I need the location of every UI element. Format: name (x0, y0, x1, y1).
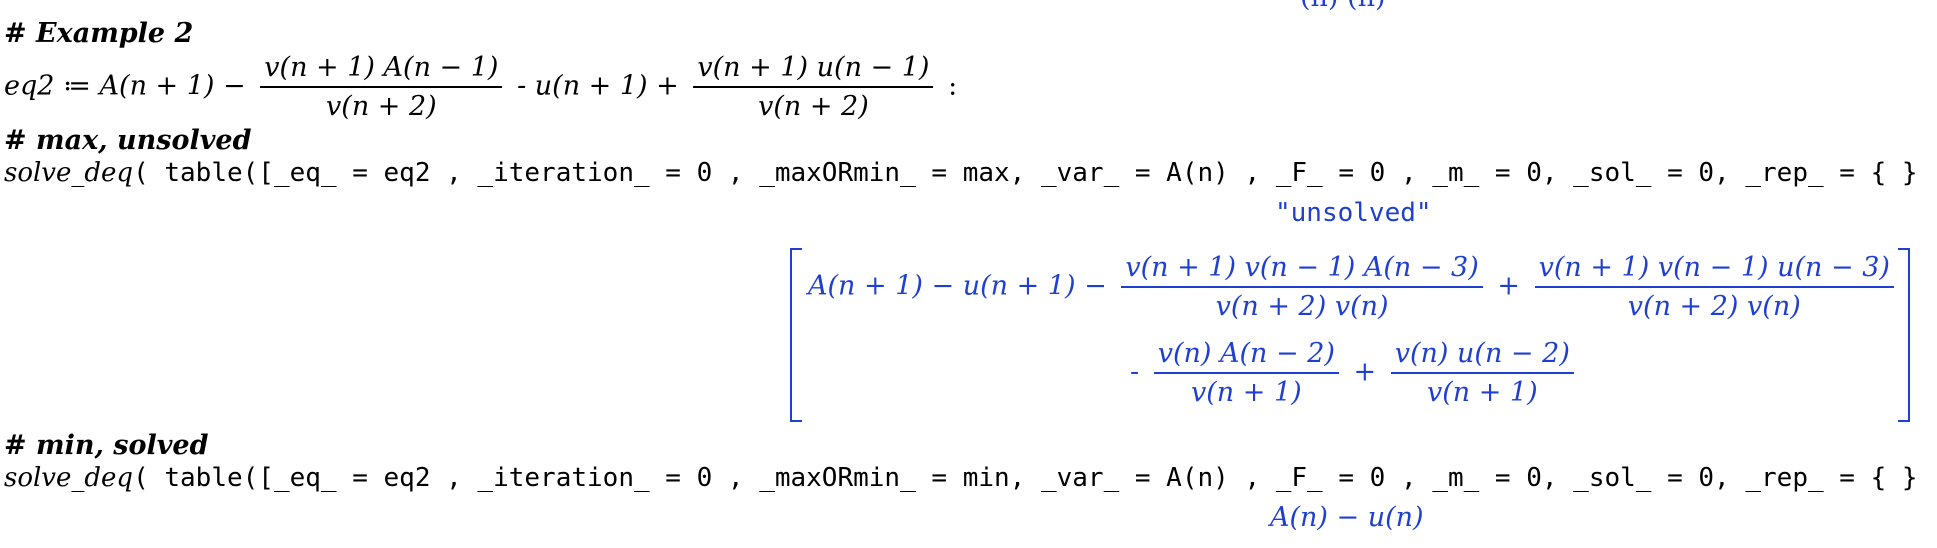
unsolved-output: "unsolved" (1275, 198, 1432, 228)
solve-deq-max-command[interactable]: solve_deq( table([_eq_ = eq2 , _iteratio… (4, 158, 1937, 188)
minus-operator: - (1130, 356, 1140, 388)
solve-deq-min-command[interactable]: solve_deq( table([_eq_ = eq2 , _iteratio… (4, 463, 1937, 493)
fraction-denominator: v(n + 1) (1426, 377, 1538, 408)
assign-operator: ≔ (63, 70, 91, 102)
example-heading: # Example 2 (4, 18, 194, 49)
fraction-denominator: v(n + 2) (326, 91, 437, 122)
fraction-numerator: v(n) A(n − 2) (1153, 338, 1339, 374)
unsolved-result-line-1: A(n + 1) − u(n + 1) − v(n + 1) v(n − 1) … (808, 252, 1900, 322)
eq2-term1: A(n + 1) − (99, 70, 246, 102)
fraction-numerator: v(n) u(n − 2) (1390, 338, 1574, 374)
eq2-fraction-2: v(n + 1) u(n − 1) v(n + 2) (693, 52, 934, 122)
result-fraction-1: v(n + 1) v(n − 1) A(n − 3) v(n + 2) v(n) (1121, 252, 1483, 322)
fraction-numerator: v(n + 1) v(n − 1) u(n − 3) (1534, 252, 1894, 288)
previous-output-fragment: (n) (n) (1300, 0, 1386, 13)
result-fraction-3: v(n) A(n − 2) v(n + 1) (1153, 338, 1339, 408)
result-fraction-2: v(n + 1) v(n − 1) u(n − 3) v(n + 2) v(n) (1534, 252, 1894, 322)
fraction-denominator: v(n + 2) v(n) (1627, 291, 1801, 322)
result-term: A(n + 1) − u(n + 1) − (808, 270, 1107, 302)
max-comment: # max, unsolved (4, 125, 252, 156)
statement-terminator: : (948, 70, 958, 102)
function-name: solve_deq (4, 463, 134, 493)
fraction-numerator: v(n + 1) A(n − 1) (260, 52, 503, 88)
result-fraction-4: v(n) u(n − 2) v(n + 1) (1390, 338, 1574, 408)
unsolved-result-line-2: - v(n) A(n − 2) v(n + 1) + v(n) u(n − 2)… (1130, 338, 1580, 408)
function-args: ( table([_eq_ = eq2 , _iteration_ = 0 , … (133, 158, 1937, 188)
function-name: solve_deq (4, 158, 134, 188)
fraction-numerator: v(n + 1) v(n − 1) A(n − 3) (1121, 252, 1483, 288)
fraction-denominator: v(n + 2) (758, 91, 869, 122)
eq2-fraction-1: v(n + 1) A(n − 1) v(n + 2) (260, 52, 503, 122)
min-comment: # min, solved (4, 430, 209, 461)
fraction-numerator: v(n + 1) u(n − 1) (693, 52, 934, 88)
eq2-definition[interactable]: eq2 ≔ A(n + 1) − v(n + 1) A(n − 1) v(n +… (4, 52, 957, 122)
function-args: ( table([_eq_ = eq2 , _iteration_ = 0 , … (133, 463, 1937, 493)
fraction-denominator: v(n + 2) v(n) (1215, 291, 1389, 322)
solved-output: A(n) − u(n) (1270, 502, 1424, 533)
eq2-term2: - u(n + 1) + (517, 70, 679, 102)
fraction-denominator: v(n + 1) (1190, 377, 1302, 408)
eq2-name: eq2 (4, 70, 55, 102)
plus-operator: + (1497, 270, 1520, 302)
matrix-left-bracket (790, 248, 802, 422)
plus-operator: + (1353, 356, 1377, 388)
